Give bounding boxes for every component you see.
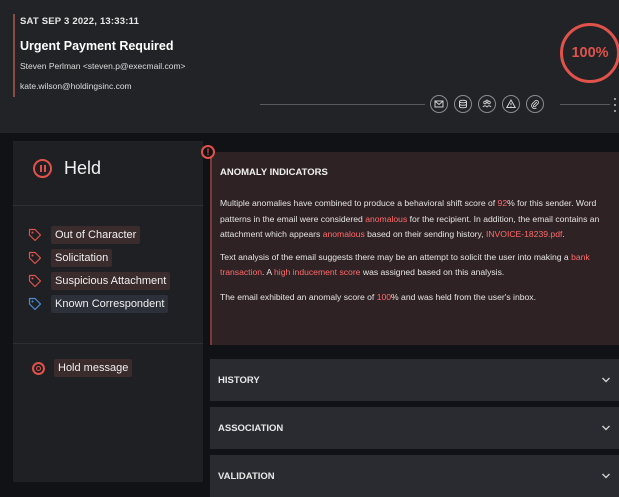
text: Multiple anomalies have combined to prod…: [220, 198, 498, 208]
anomaly-score-value: 100%: [571, 45, 609, 61]
anomalous-highlight: anomalous: [365, 213, 408, 224]
anomaly-description: Multiple anomalies have combined to prod…: [220, 196, 612, 312]
anomaly-title: ANOMALY INDICATORS: [220, 167, 328, 178]
chevron-down-icon: [602, 425, 610, 431]
text: .: [562, 229, 565, 239]
database-icon[interactable]: [454, 95, 472, 113]
alert-icon: !: [201, 145, 215, 159]
chevron-down-icon: [602, 473, 610, 479]
anomaly-paragraph-score: The email exhibited an anomaly score of …: [220, 290, 612, 306]
anomaly-score-inline: 100: [376, 291, 392, 302]
target-icon: [32, 361, 45, 375]
anomaly-paragraph-behavior: Multiple anomalies have combined to prod…: [220, 196, 612, 243]
tag-solicitation[interactable]: Solicitation: [28, 248, 170, 268]
text: based on their sending history,: [364, 229, 486, 239]
status-divider-top: [13, 205, 203, 206]
anomaly-score-ring: 100%: [560, 23, 619, 83]
attachment-link[interactable]: INVOICE-18239.pdf: [486, 229, 562, 239]
anomalous-highlight: anomalous: [322, 229, 365, 239]
section-association[interactable]: ASSOCIATION: [210, 407, 619, 449]
warning-icon[interactable]: [502, 95, 520, 113]
tag-suspicious-attachment[interactable]: Suspicious Attachment: [28, 271, 171, 291]
pause-icon: [33, 159, 52, 178]
tag-known-correspondent[interactable]: Known Correspondent: [28, 294, 170, 314]
text: was assigned based on this analysis.: [360, 267, 505, 277]
text: . A: [262, 267, 274, 277]
section-title: ASSOCIATION: [218, 422, 284, 434]
toolbar-divider-left: [260, 104, 425, 105]
status-divider-bottom: [13, 343, 203, 344]
email-sender: Steven Perlman <steven.p@execmail.com>: [20, 61, 186, 71]
toolbar-icons: [430, 95, 544, 113]
header-accent-bar: [13, 14, 15, 97]
section-validation[interactable]: VALIDATION: [210, 455, 619, 497]
section-history[interactable]: HISTORY: [210, 359, 619, 401]
status-panel: Held Out of Character Solicitation Suspi…: [13, 141, 203, 482]
tag-label: Suspicious Attachment: [51, 272, 171, 290]
inducement-highlight: high inducement score: [274, 267, 361, 277]
email-recipient: kate.wilson@holdingsinc.com: [20, 81, 132, 91]
text: % and was held from the user's inbox.: [391, 291, 536, 302]
anomaly-indicators-panel: ANOMALY INDICATORS Multiple anomalies ha…: [210, 152, 619, 345]
text: The email exhibited an anomaly score of: [220, 291, 377, 302]
tag-icon: [28, 228, 42, 242]
more-options-icon[interactable]: [614, 98, 616, 112]
paperclip-icon[interactable]: [526, 95, 544, 113]
email-header: SAT SEP 3 2022, 13:33:11 Urgent Payment …: [0, 0, 619, 133]
section-title: VALIDATION: [218, 470, 275, 482]
users-icon[interactable]: [478, 95, 496, 113]
chevron-down-icon: [602, 377, 610, 383]
tag-icon: [28, 297, 42, 311]
section-title: HISTORY: [218, 374, 260, 386]
tag-icon: [28, 251, 42, 265]
shift-score: 92: [497, 198, 508, 208]
tag-label: Out of Character: [51, 226, 141, 244]
hold-message-label: Hold message: [54, 359, 133, 377]
envelope-icon[interactable]: [430, 95, 448, 113]
tag-icon: [28, 274, 42, 288]
held-status: Held: [33, 158, 101, 179]
tag-label: Solicitation: [51, 249, 113, 267]
anomaly-paragraph-text: Text analysis of the email suggests ther…: [220, 250, 612, 281]
toolbar-divider-right: [560, 104, 610, 105]
tag-out-of-character[interactable]: Out of Character: [28, 225, 170, 245]
email-date: SAT SEP 3 2022, 13:33:11: [20, 16, 140, 27]
email-subject: Urgent Payment Required: [20, 39, 174, 53]
hold-message-action[interactable]: Hold message: [32, 359, 133, 377]
text: Text analysis of the email suggests ther…: [220, 251, 572, 262]
held-label: Held: [64, 158, 102, 178]
tag-label: Known Correspondent: [51, 295, 169, 313]
indicator-tags: Out of Character Solicitation Suspicious…: [28, 225, 171, 317]
